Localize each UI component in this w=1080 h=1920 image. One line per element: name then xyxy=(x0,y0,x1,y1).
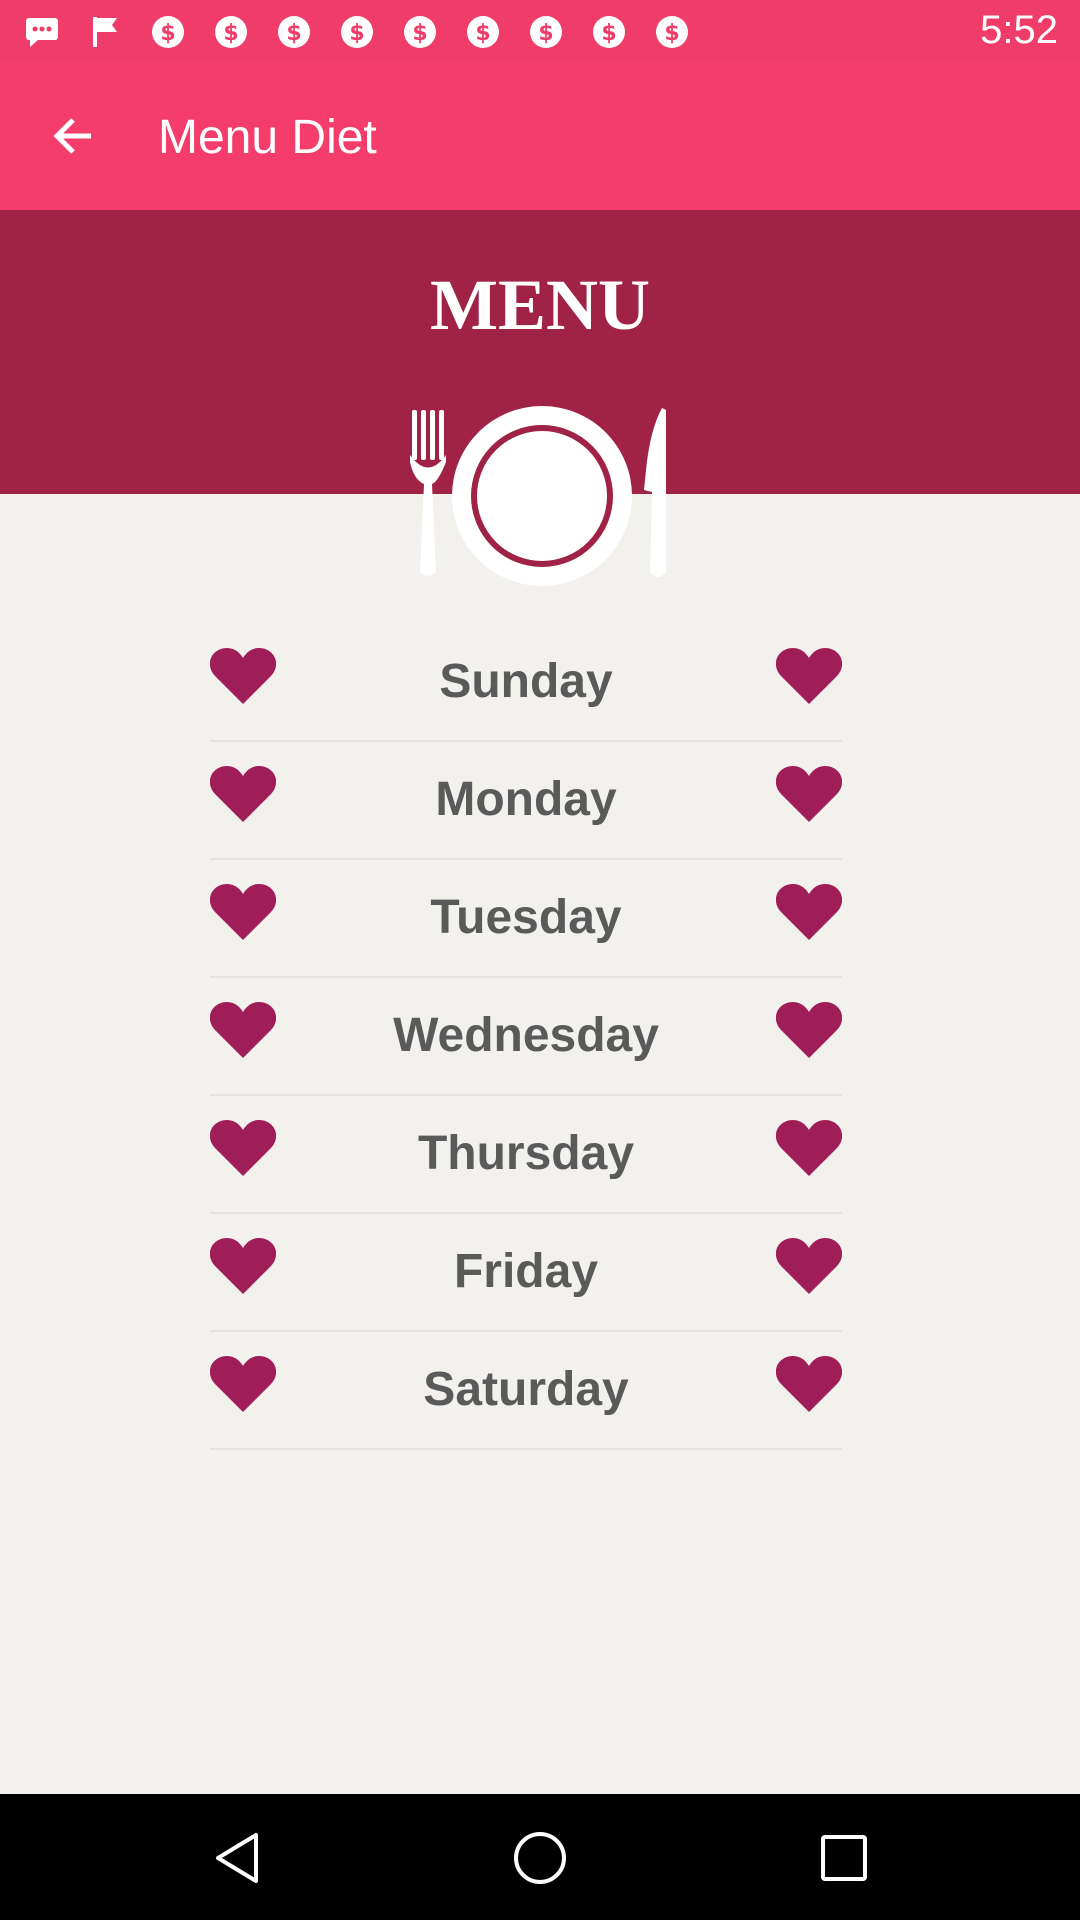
dollar-icon: $ xyxy=(463,14,503,50)
day-label: Sunday xyxy=(439,655,613,708)
flag-icon xyxy=(85,14,125,50)
list-item[interactable]: Saturday xyxy=(210,1332,842,1450)
heart-icon xyxy=(776,1356,842,1412)
nav-back-button[interactable] xyxy=(207,1828,267,1888)
dollar-icon: $ xyxy=(652,14,692,50)
dollar-icon: $ xyxy=(211,14,251,50)
list-item[interactable]: Sunday xyxy=(210,624,842,742)
list-item[interactable]: Monday xyxy=(210,742,842,860)
nav-home-icon xyxy=(514,1832,566,1884)
plate-fork-knife-icon xyxy=(410,406,666,586)
heart-icon xyxy=(210,1238,276,1294)
arrow-back-icon xyxy=(53,118,91,154)
page-title: Menu Diet xyxy=(158,111,377,164)
heart-icon xyxy=(210,648,276,704)
svg-text:$: $ xyxy=(160,21,175,46)
svg-text:$: $ xyxy=(664,21,679,46)
dollar-icon: $ xyxy=(589,14,629,50)
list-item[interactable]: Wednesday xyxy=(210,978,842,1096)
svg-text:$: $ xyxy=(601,21,616,46)
heart-icon xyxy=(210,884,276,940)
nav-home-button[interactable] xyxy=(510,1828,570,1888)
dollar-icon: $ xyxy=(274,14,314,50)
svg-text:$: $ xyxy=(475,21,490,46)
day-label: Thursday xyxy=(417,1127,635,1180)
svg-text:$: $ xyxy=(412,21,427,46)
status-bar: $ $ $ $ $ $ $ $ $ 5:52 xyxy=(0,0,1080,62)
navigation-bar xyxy=(0,1794,1080,1920)
nav-back-icon xyxy=(216,1833,258,1883)
day-label: Friday xyxy=(453,1245,599,1298)
heart-icon xyxy=(210,766,276,822)
back-button[interactable] xyxy=(40,106,106,166)
heart-icon xyxy=(776,648,842,704)
svg-text:$: $ xyxy=(349,21,364,46)
nav-recents-icon xyxy=(821,1835,867,1881)
notification-icons: $ $ $ $ $ $ $ $ $ xyxy=(22,14,715,50)
svg-text:$: $ xyxy=(223,21,238,46)
dollar-icon: $ xyxy=(400,14,440,50)
chat-icon xyxy=(22,14,62,50)
dollar-icon: $ xyxy=(526,14,566,50)
heart-icon xyxy=(210,1002,276,1058)
menu-heading: MENU xyxy=(430,265,650,345)
status-time: 5:52 xyxy=(980,8,1058,52)
day-label: Tuesday xyxy=(430,891,622,944)
heart-icon xyxy=(210,1356,276,1412)
heart-icon xyxy=(776,766,842,822)
heart-icon xyxy=(776,1002,842,1058)
day-label: Saturday xyxy=(423,1363,629,1416)
heart-icon xyxy=(776,884,842,940)
app-bar: Menu Diet xyxy=(0,62,1080,210)
list-item[interactable]: Tuesday xyxy=(210,860,842,978)
day-list: Sunday Monday Tuesday Wednesday Thursday… xyxy=(210,624,842,1450)
heart-icon xyxy=(776,1238,842,1294)
day-label: Monday xyxy=(435,773,617,826)
heart-icon xyxy=(210,1120,276,1176)
heart-icon xyxy=(776,1120,842,1176)
day-label: Wednesday xyxy=(393,1009,659,1062)
list-item[interactable]: Thursday xyxy=(210,1096,842,1214)
list-item[interactable]: Friday xyxy=(210,1214,842,1332)
svg-text:$: $ xyxy=(286,21,301,46)
dollar-icon: $ xyxy=(148,14,188,50)
svg-text:$: $ xyxy=(538,21,553,46)
dollar-icon: $ xyxy=(337,14,377,50)
nav-recents-button[interactable] xyxy=(814,1828,874,1888)
